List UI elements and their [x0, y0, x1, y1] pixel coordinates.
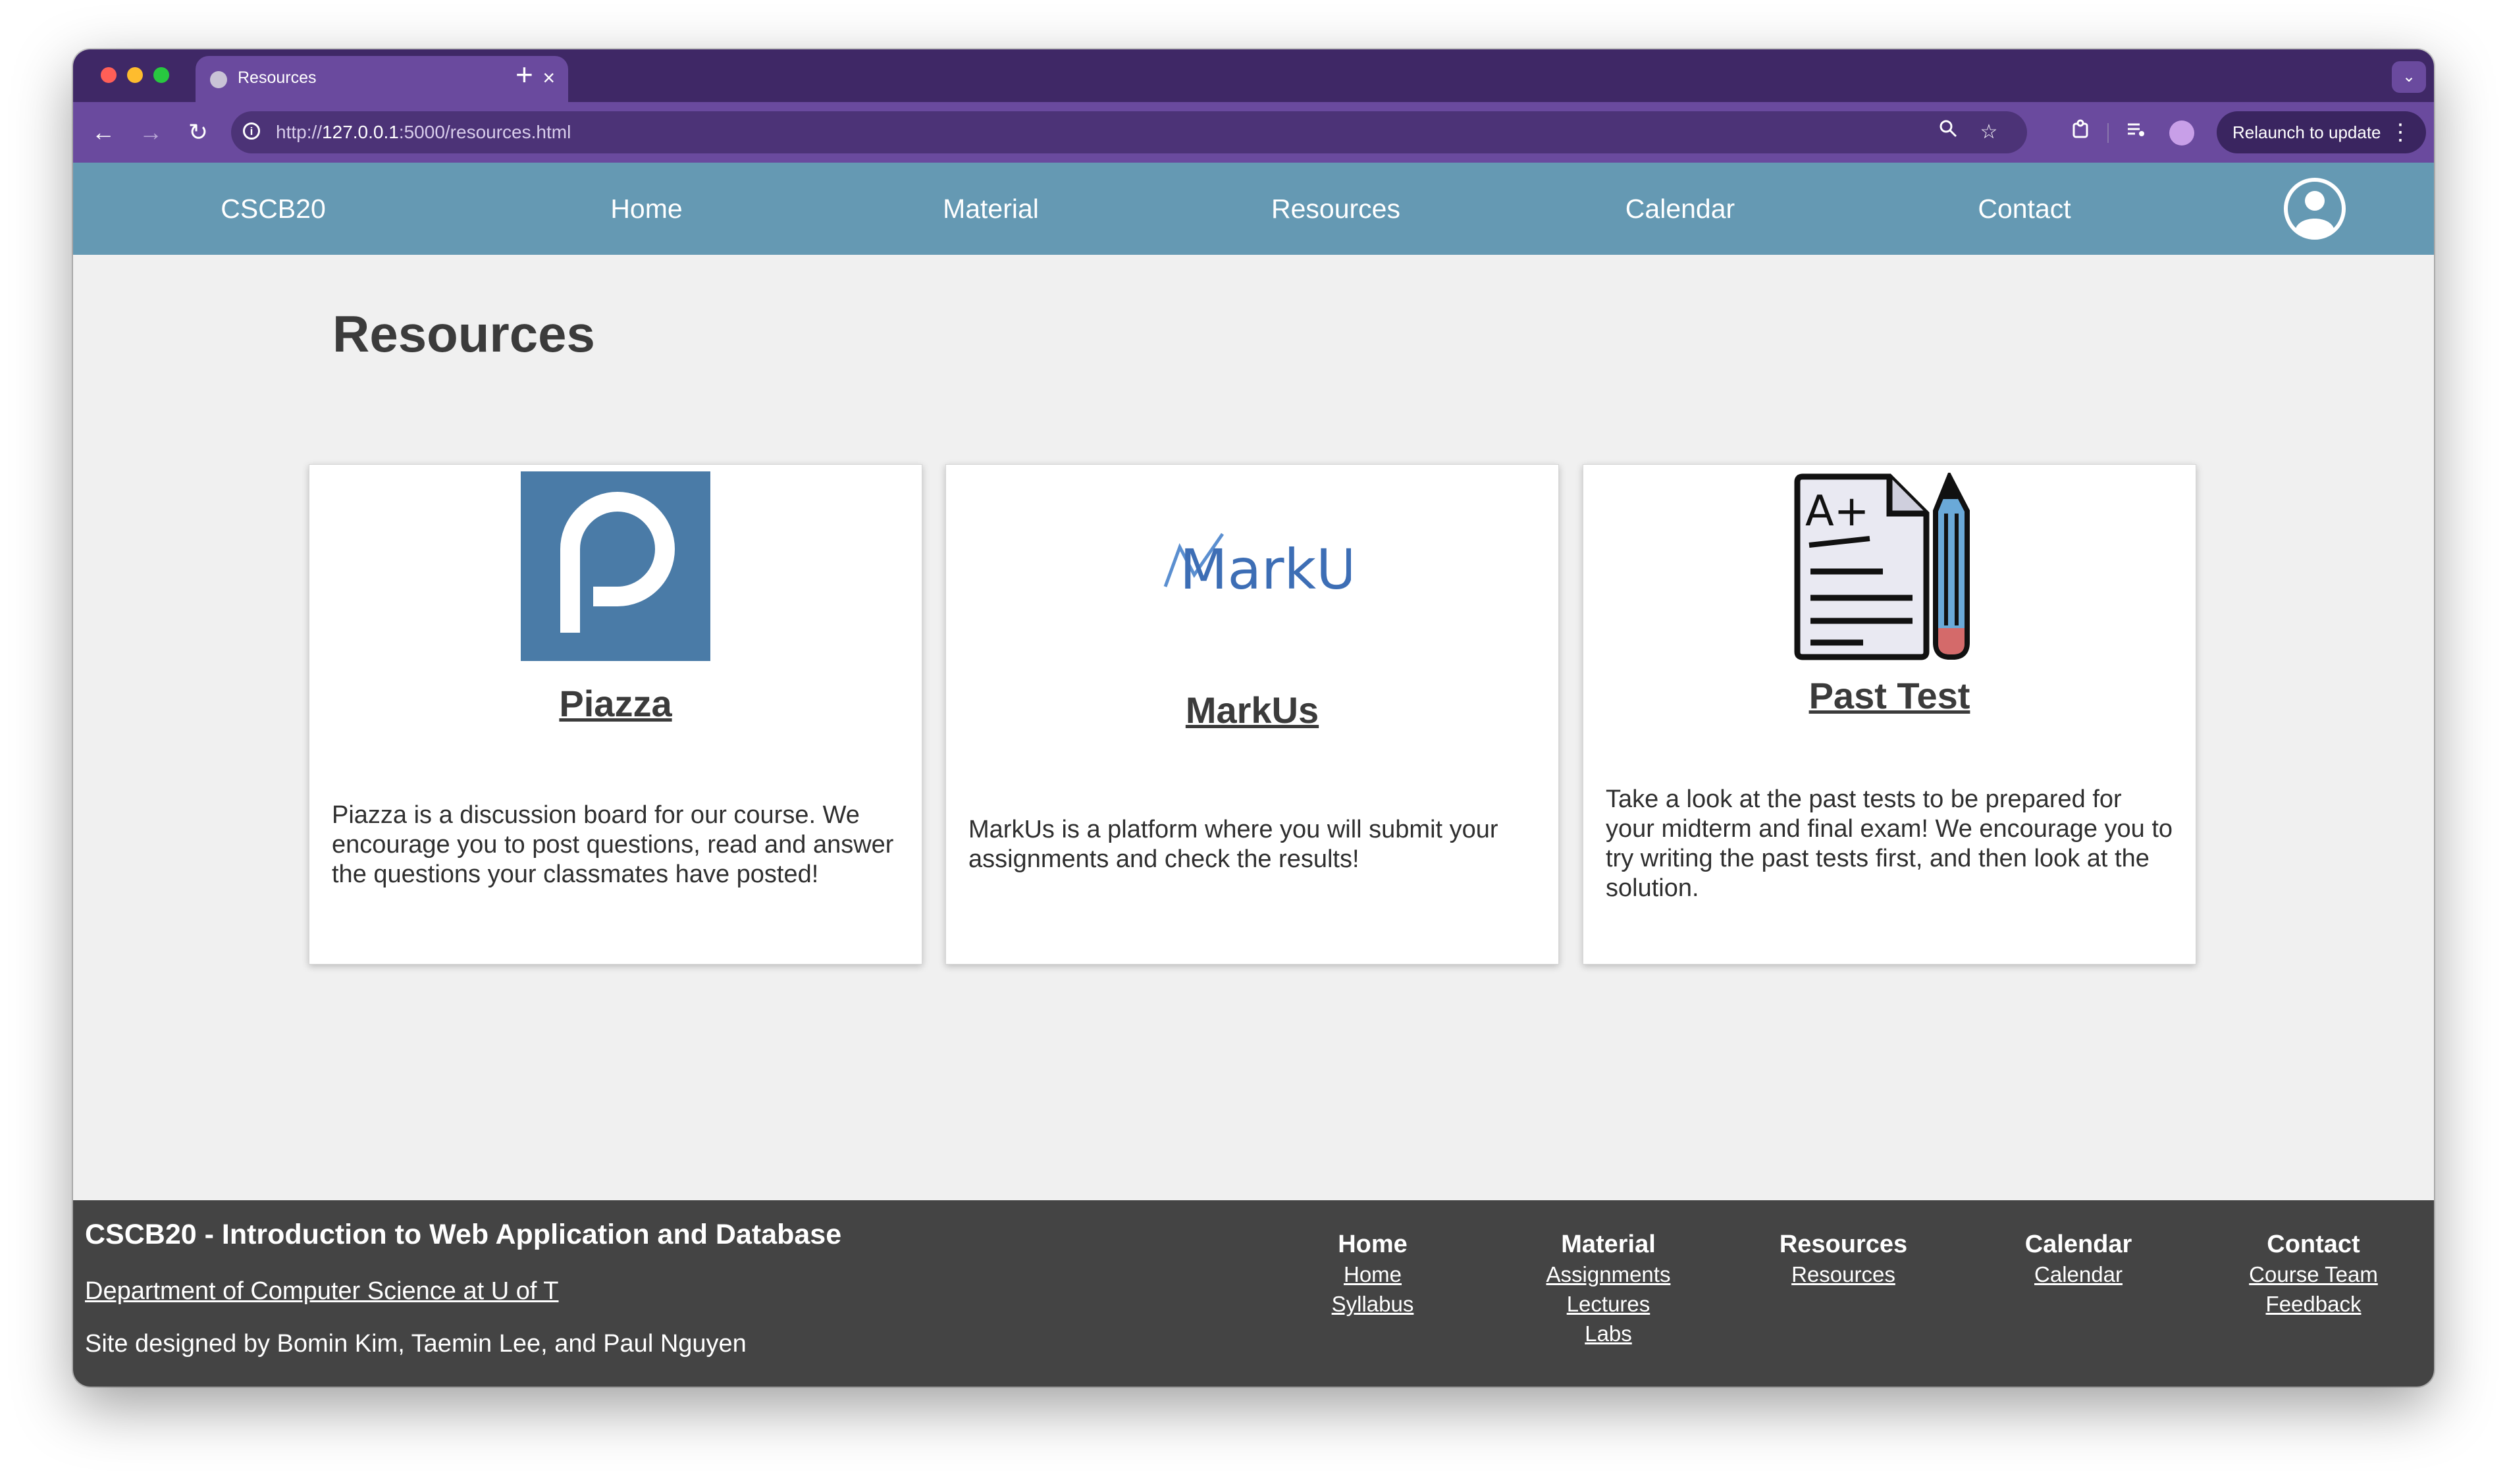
piazza-logo[interactable]: [521, 471, 710, 664]
nav-brand[interactable]: CSCB20: [221, 163, 326, 255]
footer-link-resources[interactable]: Resources: [1745, 1259, 1942, 1289]
media-icon[interactable]: [2121, 117, 2152, 148]
footer-link-labs[interactable]: Labs: [1510, 1319, 1707, 1348]
maximize-window-button[interactable]: [153, 67, 169, 83]
menu-icon[interactable]: ⋮: [2389, 111, 2412, 153]
footer-link-assignments[interactable]: Assignments: [1510, 1259, 1707, 1289]
close-window-button[interactable]: [101, 67, 117, 83]
resource-card-piazza: Piazza Piazza is a discussion board for …: [309, 464, 922, 965]
nav-item-resources[interactable]: Resources: [1271, 163, 1400, 255]
footer-column-calendar: Calendar Calendar: [1980, 1229, 2177, 1289]
card-description-markus: MarkUs is a platform where you will subm…: [968, 816, 1498, 873]
extensions-icon[interactable]: [2065, 117, 2097, 148]
footer-link-lectures[interactable]: Lectures: [1510, 1289, 1707, 1319]
resource-card-past-test: A+ Past Test Take a look at the past tes…: [1583, 464, 2196, 965]
footer-credit: Site designed by Bomin Kim, Taemin Lee, …: [85, 1330, 747, 1358]
tab-search-chevron-icon[interactable]: ⌄: [2392, 61, 2426, 93]
nav-item-home[interactable]: Home: [610, 163, 682, 255]
footer-link-syllabus[interactable]: Syllabus: [1274, 1289, 1471, 1319]
zoom-icon[interactable]: [1934, 118, 1963, 147]
footer-link-home[interactable]: Home: [1274, 1259, 1471, 1289]
browser-toolbar: ← → ↻ i http://127.0.0.1:5000/resources.…: [73, 102, 2434, 163]
reload-icon[interactable]: ↻: [182, 117, 214, 148]
card-title-piazza[interactable]: Piazza: [309, 682, 922, 725]
nav-item-calendar[interactable]: Calendar: [1625, 163, 1735, 255]
globe-icon: [210, 71, 227, 88]
info-icon[interactable]: i: [243, 122, 260, 140]
minimize-window-button[interactable]: [127, 67, 143, 83]
footer-column-heading: Calendar: [2024, 1231, 2132, 1258]
footer-link-course-team[interactable]: Course Team: [2215, 1259, 2412, 1289]
url-rest: :5000/resources.html: [398, 122, 571, 142]
tab-close-icon[interactable]: ×: [542, 66, 555, 90]
footer-column-resources: Resources Resources: [1745, 1229, 1942, 1289]
footer-column-home: Home Home Syllabus: [1274, 1229, 1471, 1319]
markus-logo[interactable]: MarkUs: [1153, 527, 1385, 603]
site-navbar: CSCB20 Home Material Resources Calendar …: [73, 163, 2434, 255]
site-footer: CSCB20 - Introduction to Web Application…: [73, 1200, 2434, 1387]
nav-item-material[interactable]: Material: [943, 163, 1039, 255]
footer-column-heading: Home: [1338, 1231, 1408, 1258]
footer-dept-link[interactable]: Department of Computer Science at U of T: [85, 1277, 559, 1306]
user-circle-icon[interactable]: [2283, 177, 2346, 240]
address-bar[interactable]: i http://127.0.0.1:5000/resources.html ☆: [231, 111, 2027, 153]
footer-column-heading: Material: [1561, 1231, 1656, 1258]
url-host: 127.0.0.1: [322, 122, 399, 142]
forward-icon[interactable]: →: [135, 117, 167, 148]
card-description-piazza: Piazza is a discussion board for our cou…: [332, 801, 894, 888]
profile-icon[interactable]: [2169, 120, 2194, 146]
main-content: Resources Piazza Piazza is a discussion …: [73, 255, 2434, 1200]
markus-logo-text: MarkUs: [1180, 537, 1351, 600]
footer-title: CSCB20 - Introduction to Web Application…: [85, 1219, 842, 1250]
footer-column-material: Material Assignments Lectures Labs: [1510, 1229, 1707, 1348]
browser-window: Resources × + ⌄ ← → ↻ i http://127.0.0.1…: [73, 49, 2434, 1387]
card-description-past-test: Take a look at the past tests to be prep…: [1606, 785, 2173, 902]
url-scheme: http://: [276, 122, 323, 142]
footer-column-heading: Contact: [2267, 1231, 2360, 1258]
relaunch-button[interactable]: Relaunch to update ⋮: [2217, 111, 2426, 153]
tab-strip: Resources × + ⌄: [73, 49, 2434, 102]
tab-resources[interactable]: Resources ×: [196, 56, 568, 102]
footer-link-calendar[interactable]: Calendar: [1980, 1259, 2177, 1289]
footer-column-contact: Contact Course Team Feedback: [2215, 1229, 2412, 1319]
relaunch-label: Relaunch to update: [2232, 122, 2381, 142]
exam-paper-pencil-icon[interactable]: A+: [1791, 470, 1988, 667]
star-icon[interactable]: ☆: [1974, 118, 2003, 147]
footer-column-heading: Resources: [1779, 1231, 1908, 1258]
nav-item-contact[interactable]: Contact: [1978, 163, 2071, 255]
card-title-markus[interactable]: MarkUs: [946, 689, 1558, 731]
back-icon[interactable]: ←: [88, 117, 119, 148]
toolbar-separator: [2107, 123, 2109, 143]
tab-title: Resources: [238, 68, 317, 87]
footer-link-feedback[interactable]: Feedback: [2215, 1289, 2412, 1319]
url-text[interactable]: http://127.0.0.1:5000/resources.html: [276, 122, 571, 143]
resource-card-markus: MarkUs MarkUs MarkUs is a platform where…: [945, 464, 1559, 965]
card-title-past-test[interactable]: Past Test: [1583, 674, 2196, 717]
new-tab-button[interactable]: +: [515, 55, 533, 94]
page-title: Resources: [332, 305, 595, 363]
grade-text: A+: [1805, 487, 1869, 536]
